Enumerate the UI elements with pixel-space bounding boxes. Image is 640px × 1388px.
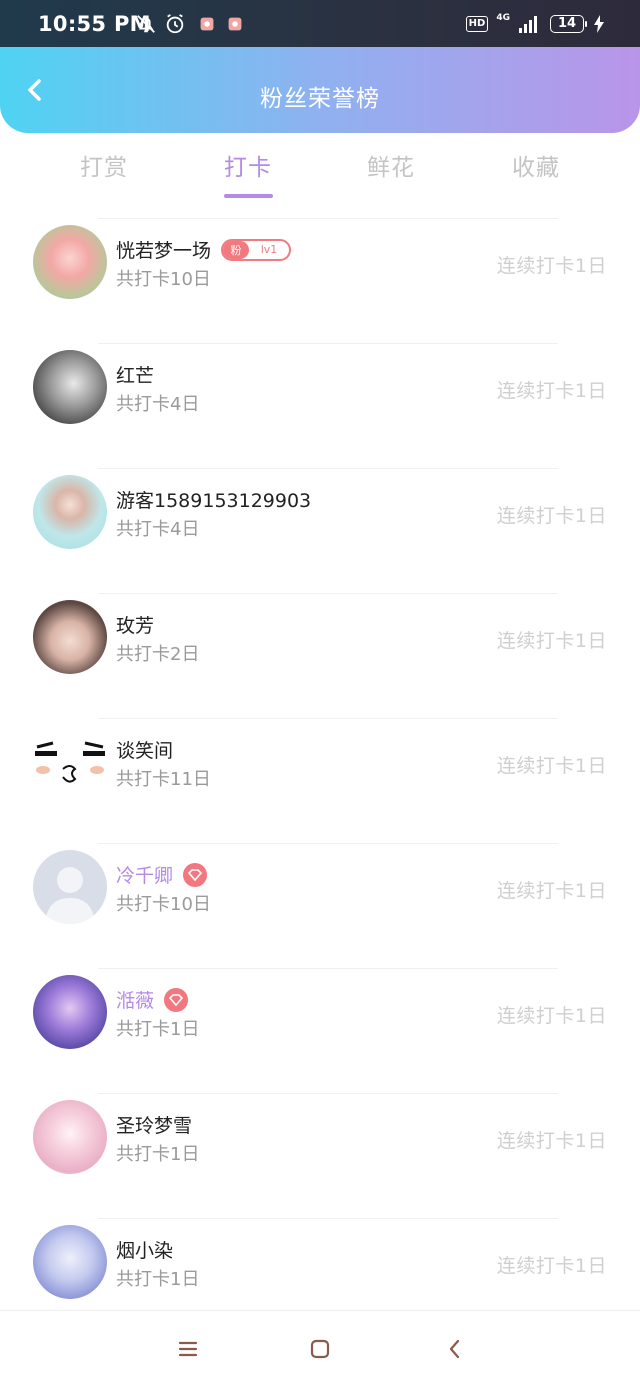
streak-label: 连续打卡1日 xyxy=(496,255,607,277)
diamond-icon xyxy=(164,987,189,1012)
divider xyxy=(98,843,558,844)
tab-bar: 打赏 打卡 鲜花 收藏 xyxy=(0,148,640,204)
divider xyxy=(98,968,558,969)
divider xyxy=(98,468,558,469)
status-indicators: HD 4G 14 xyxy=(465,12,606,36)
tab-checkin[interactable]: 打卡 xyxy=(188,148,308,182)
user-name: 烟小染 xyxy=(116,1240,174,1262)
app-notify-icon xyxy=(228,17,242,31)
tab-tips[interactable]: 打赏 xyxy=(44,148,164,182)
page-header: 粉丝荣誉榜 xyxy=(0,47,640,133)
hd-badge: HD xyxy=(465,16,489,32)
user-name-row: 红芒 xyxy=(116,361,154,388)
total-checkins: 共打卡1日 xyxy=(116,1144,200,1165)
total-checkins: 共打卡10日 xyxy=(116,894,211,915)
divider xyxy=(98,218,558,219)
avatar[interactable] xyxy=(33,225,107,299)
avatar[interactable] xyxy=(33,350,107,424)
tab-flowers[interactable]: 鲜花 xyxy=(331,148,451,182)
checkin-ranking-list: 恍若梦一场 粉 lv1 共打卡10日 连续打卡1日 红芒 共打卡4日 连续打卡1… xyxy=(0,218,640,1343)
list-item[interactable]: 恍若梦一场 粉 lv1 共打卡10日 连续打卡1日 xyxy=(0,218,640,343)
alarm-icon xyxy=(166,14,184,34)
user-name: 谈笑间 xyxy=(116,740,174,762)
app-notify-icon xyxy=(200,17,214,31)
tab-active-indicator xyxy=(224,194,273,198)
divider xyxy=(98,593,558,594)
system-nav-bar xyxy=(0,1310,640,1388)
user-name-row: 玫芳 xyxy=(116,611,154,638)
divider xyxy=(98,718,558,719)
divider xyxy=(98,1218,558,1219)
menu-icon[interactable] xyxy=(177,1338,199,1360)
user-name: 恍若梦一场 xyxy=(116,240,212,262)
list-item[interactable]: 玫芳 共打卡2日 连续打卡1日 xyxy=(0,593,640,718)
total-checkins: 共打卡2日 xyxy=(116,644,200,665)
total-checkins: 共打卡1日 xyxy=(116,1269,200,1290)
total-checkins: 共打卡10日 xyxy=(116,269,211,290)
avatar[interactable] xyxy=(33,975,107,1049)
user-name-row: 冷千卿 xyxy=(116,861,208,888)
fan-level-badge: 粉 lv1 xyxy=(221,238,292,261)
avatar[interactable] xyxy=(33,600,107,674)
charging-icon xyxy=(594,15,604,33)
streak-label: 连续打卡1日 xyxy=(496,1005,607,1027)
home-icon[interactable] xyxy=(309,1338,331,1360)
streak-label: 连续打卡1日 xyxy=(496,505,607,527)
streak-label: 连续打卡1日 xyxy=(496,755,607,777)
back-icon[interactable] xyxy=(444,1338,466,1360)
divider xyxy=(98,343,558,344)
total-checkins: 共打卡1日 xyxy=(116,1019,200,1040)
list-item[interactable]: 红芒 共打卡4日 连续打卡1日 xyxy=(0,343,640,468)
total-checkins: 共打卡4日 xyxy=(116,519,200,540)
signal-icon xyxy=(519,16,537,33)
total-checkins: 共打卡11日 xyxy=(116,769,211,790)
list-item[interactable]: 湉薇 共打卡1日 连续打卡1日 xyxy=(0,968,640,1093)
user-name-row: 游客1589153129903 xyxy=(116,486,311,513)
list-item[interactable]: 谈笑间 共打卡11日 连续打卡1日 xyxy=(0,718,640,843)
user-name: 红芒 xyxy=(116,365,155,387)
streak-label: 连续打卡1日 xyxy=(496,630,607,652)
network-label: 4G xyxy=(496,13,510,23)
user-name-row: 恍若梦一场 粉 lv1 xyxy=(116,236,292,263)
default-avatar-icon xyxy=(45,867,95,924)
avatar[interactable] xyxy=(33,1225,107,1299)
user-name: 圣玲梦雪 xyxy=(116,1115,193,1137)
fan-badge-level: lv1 xyxy=(260,243,278,256)
user-name-row: 湉薇 xyxy=(116,986,189,1013)
streak-label: 连续打卡1日 xyxy=(496,1130,607,1152)
diamond-icon xyxy=(183,862,208,887)
user-name: 冷千卿 xyxy=(116,865,174,887)
face-doodle-icon xyxy=(35,741,105,783)
user-name-row: 烟小染 xyxy=(116,1236,173,1263)
list-item[interactable]: 游客1589153129903 共打卡4日 连续打卡1日 xyxy=(0,468,640,593)
tab-favorites[interactable]: 收藏 xyxy=(476,148,596,182)
page-title: 粉丝荣誉榜 xyxy=(260,86,380,112)
avatar[interactable] xyxy=(33,475,107,549)
streak-label: 连续打卡1日 xyxy=(496,1255,607,1277)
user-name-row: 圣玲梦雪 xyxy=(116,1111,192,1138)
user-name: 玫芳 xyxy=(116,615,155,637)
total-checkins: 共打卡4日 xyxy=(116,394,200,415)
streak-label: 连续打卡1日 xyxy=(496,880,607,902)
avatar[interactable] xyxy=(33,850,107,924)
bell-off-icon xyxy=(137,15,155,33)
avatar[interactable] xyxy=(33,725,107,799)
user-name: 湉薇 xyxy=(116,990,155,1012)
battery-indicator: 14 xyxy=(550,15,587,33)
fan-badge-label: 粉 xyxy=(223,240,250,259)
list-item[interactable]: 圣玲梦雪 共打卡1日 连续打卡1日 xyxy=(0,1093,640,1218)
status-bar: 10:55 PM HD 4G 14 xyxy=(0,0,640,48)
status-time: 10:55 PM xyxy=(38,12,151,36)
user-name-row: 谈笑间 xyxy=(116,736,173,763)
user-name: 游客1589153129903 xyxy=(116,490,312,512)
streak-label: 连续打卡1日 xyxy=(496,380,607,402)
list-item[interactable]: 冷千卿 共打卡10日 连续打卡1日 xyxy=(0,843,640,968)
divider xyxy=(98,1093,558,1094)
avatar[interactable] xyxy=(33,1100,107,1174)
